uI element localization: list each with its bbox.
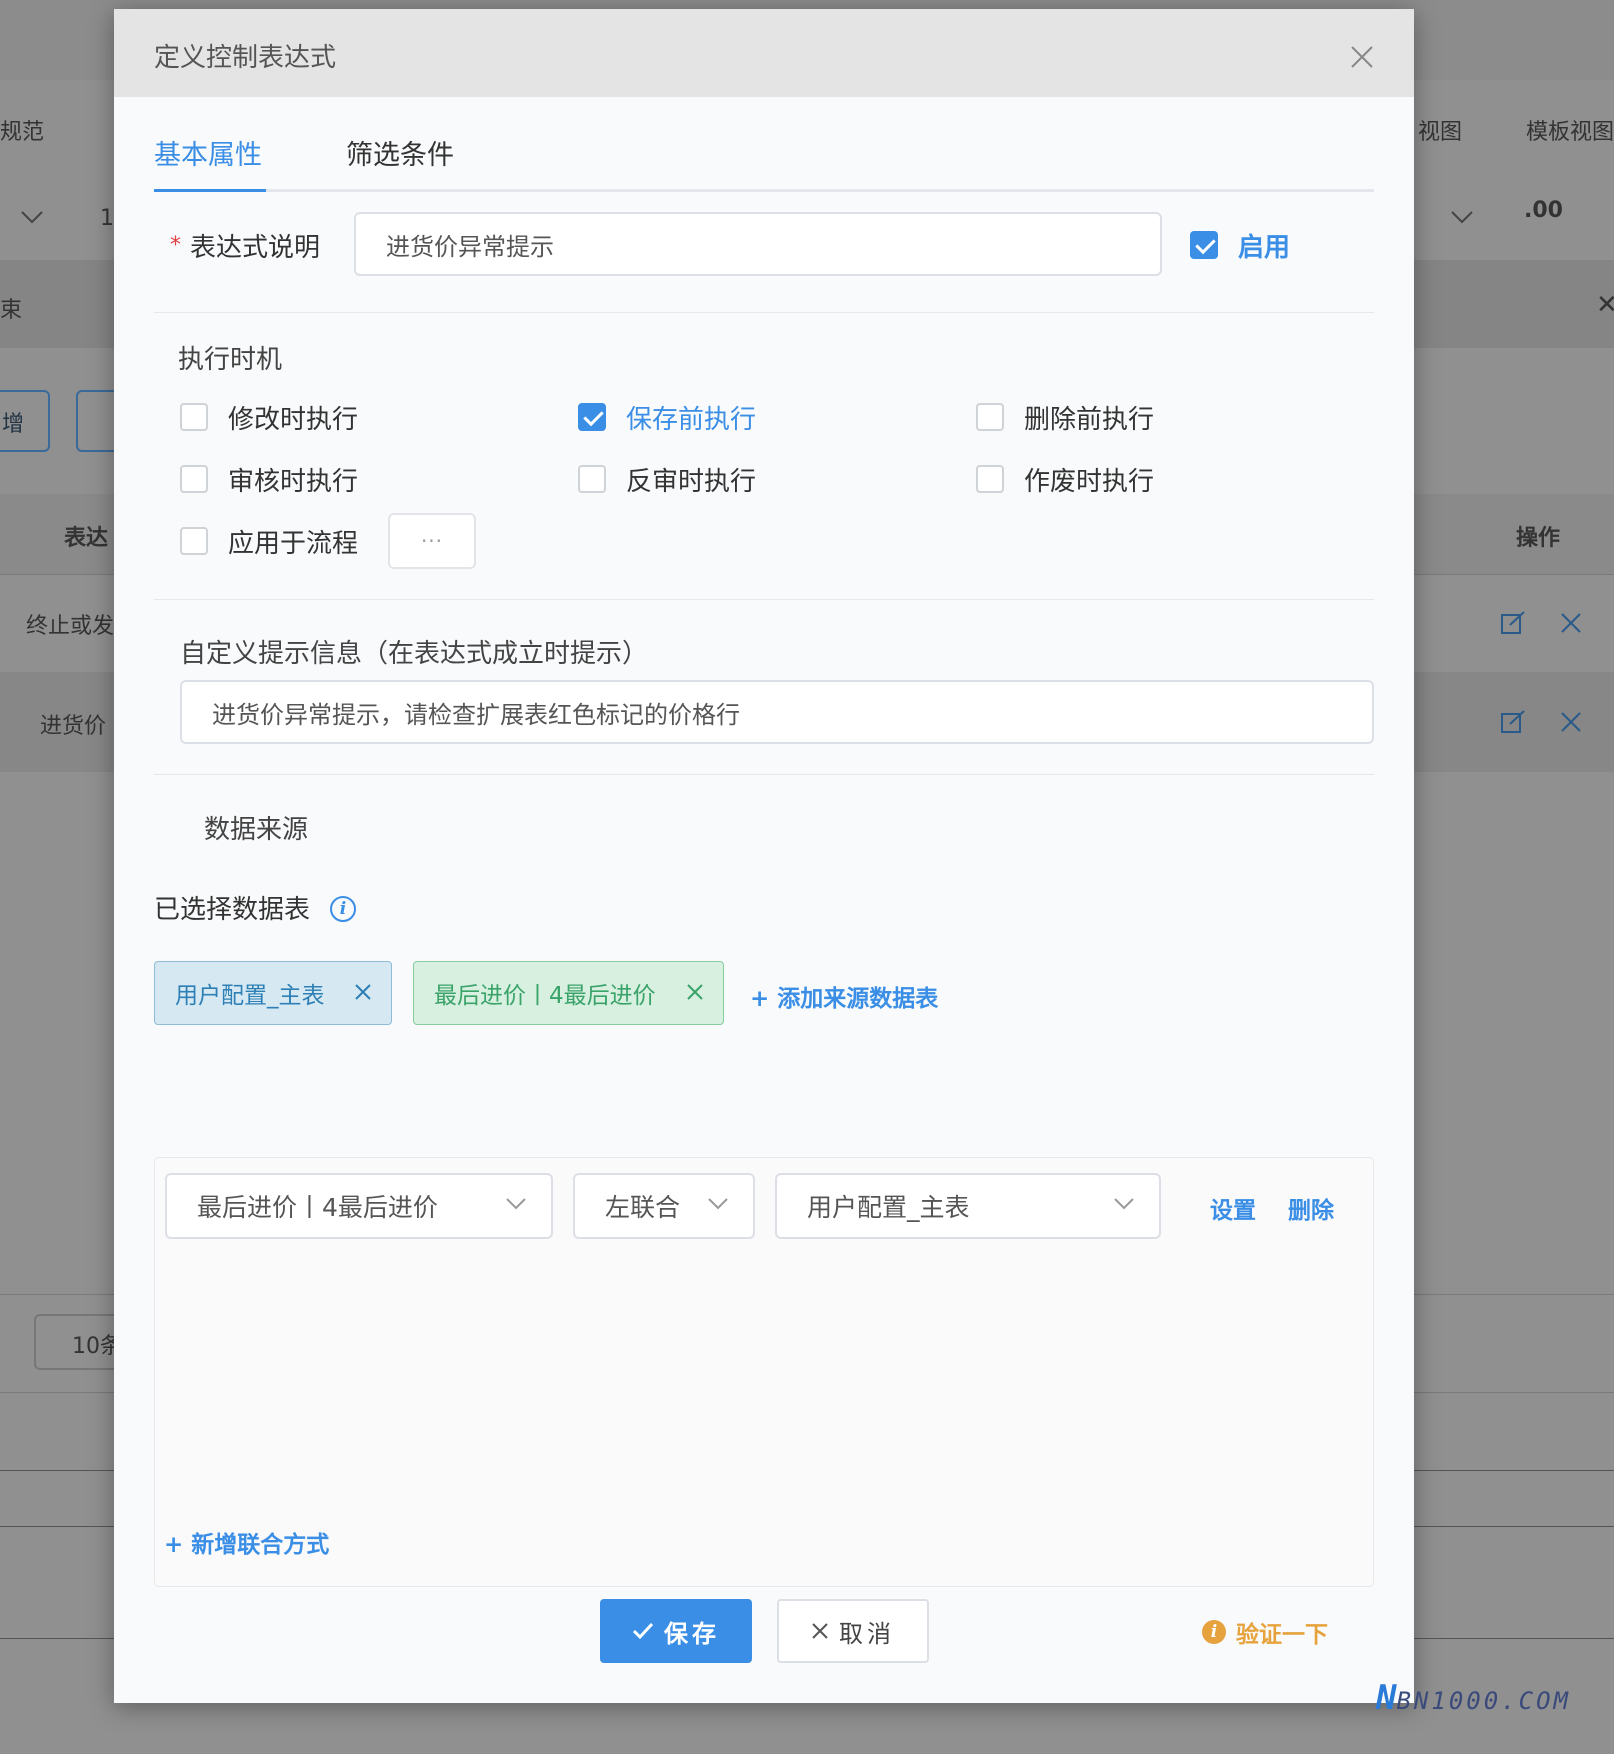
close-icon[interactable] <box>353 982 373 1002</box>
checkbox-before-delete[interactable] <box>976 403 1004 431</box>
chevron-down-icon <box>708 1198 728 1210</box>
chevron-down-icon[interactable] <box>1450 210 1474 224</box>
decimal-icon[interactable]: .00 <box>1524 198 1563 223</box>
close-icon <box>812 1623 828 1639</box>
edit-icon[interactable] <box>1500 610 1526 636</box>
checkbox-before-save[interactable] <box>578 403 606 431</box>
chevron-down-icon <box>506 1198 526 1210</box>
select-value: 左联合 <box>605 1193 681 1222</box>
verify-button[interactable]: i 验证一下 <box>1202 1615 1328 1649</box>
column-header-expression: 表达 <box>64 526 109 551</box>
checkbox-on-audit-label[interactable]: 审核时执行 <box>228 461 358 498</box>
join-settings-link[interactable]: 设置 <box>1210 1191 1256 1225</box>
selected-table-tag: 用户配置_主表 <box>154 961 392 1025</box>
add-button[interactable]: 增 <box>0 390 50 452</box>
dialog-tabs: 基本属性 筛选条件 <box>154 97 1374 192</box>
tab-filter-conditions[interactable]: 筛选条件 <box>346 133 454 172</box>
expression-input[interactable]: 进货价异常提示 <box>354 212 1162 276</box>
select-value: 用户配置_主表 <box>807 1193 970 1222</box>
dialog-header: 定义控制表达式 <box>114 9 1414 97</box>
checkbox-on-audit[interactable] <box>180 465 208 493</box>
edit-icon[interactable] <box>1500 709 1526 735</box>
select-value: 最后进价丨4最后进价 <box>197 1193 438 1222</box>
checkbox-before-delete-label[interactable]: 删除前执行 <box>1024 399 1154 436</box>
subheader-title: 束 <box>0 298 23 323</box>
tab-active-indicator <box>154 189 266 192</box>
cancel-button-label: 取消 <box>839 1619 895 1648</box>
selected-tables-label: 已选择数据表 <box>154 895 311 925</box>
close-icon[interactable] <box>685 982 705 1002</box>
enable-checkbox[interactable] <box>1190 231 1218 259</box>
join-left-table-select[interactable]: 最后进价丨4最后进价 <box>165 1173 553 1239</box>
checkbox-on-modify-label[interactable]: 修改时执行 <box>228 399 358 436</box>
checkbox-apply-workflow[interactable] <box>180 527 208 555</box>
tag-label: 用户配置_主表 <box>175 983 325 1009</box>
data-source-label: 数据来源 <box>204 815 309 845</box>
table-row[interactable]: 进货价 <box>40 708 106 740</box>
checkbox-before-save-label[interactable]: 保存前执行 <box>626 399 756 436</box>
define-expression-dialog: 定义控制表达式 基本属性 筛选条件 * 表达式说明 进货价异常提示 启用 执行时… <box>114 9 1414 1703</box>
column-header-actions: 操作 <box>1516 526 1561 551</box>
checkbox-on-void-label[interactable]: 作废时执行 <box>1024 461 1154 498</box>
chevron-down-icon <box>1114 1198 1134 1210</box>
custom-tip-input[interactable]: 进货价异常提示，请检查扩展表红色标记的价格行 <box>180 680 1374 744</box>
warning-icon: i <box>1202 1620 1226 1644</box>
check-icon <box>632 1622 654 1640</box>
close-icon[interactable]: ✕ <box>1596 290 1614 320</box>
workflow-more-button[interactable]: ··· <box>388 513 476 569</box>
add-join-link[interactable]: + 新增联合方式 <box>164 1525 329 1559</box>
required-asterisk: * <box>170 233 181 258</box>
chevron-down-icon[interactable] <box>20 210 44 224</box>
watermark-logo: NBN1000.COM <box>1376 1678 1571 1718</box>
custom-tip-label: 自定义提示信息（在表达式成立时提示） <box>180 639 649 669</box>
checkbox-on-unaudit[interactable] <box>578 465 606 493</box>
delete-icon[interactable] <box>1560 612 1582 634</box>
tag-label: 最后进价丨4最后进价 <box>434 983 656 1009</box>
join-right-table-select[interactable]: 用户配置_主表 <box>775 1173 1161 1239</box>
checkbox-on-void[interactable] <box>976 465 1004 493</box>
enable-label[interactable]: 启用 <box>1238 227 1290 264</box>
toolbar-item-spec[interactable]: 规范 <box>0 114 44 146</box>
close-icon[interactable] <box>1350 45 1374 69</box>
info-icon[interactable]: i <box>330 896 356 922</box>
tab-basic-properties[interactable]: 基本属性 <box>154 133 262 172</box>
expression-label: 表达式说明 <box>190 233 321 263</box>
dialog-title: 定义控制表达式 <box>154 43 337 73</box>
toolbar-item-template-view[interactable]: 模板视图 <box>1526 114 1614 146</box>
checkbox-apply-workflow-label[interactable]: 应用于流程 <box>228 523 358 560</box>
save-button[interactable]: 保存 <box>600 1599 752 1663</box>
execution-timing-label: 执行时机 <box>178 345 283 375</box>
delete-icon[interactable] <box>1560 711 1582 733</box>
cancel-button[interactable]: 取消 <box>777 1599 929 1663</box>
join-delete-link[interactable]: 删除 <box>1288 1191 1334 1225</box>
table-row[interactable]: 终止或发 <box>26 608 114 640</box>
selected-table-tag: 最后进价丨4最后进价 <box>413 961 724 1025</box>
join-type-select[interactable]: 左联合 <box>573 1173 755 1239</box>
toolbar-item-view[interactable]: 视图 <box>1418 114 1462 146</box>
checkbox-on-modify[interactable] <box>180 403 208 431</box>
save-button-label: 保存 <box>664 1619 720 1648</box>
add-source-table-link[interactable]: + 添加来源数据表 <box>750 979 938 1013</box>
toolbar-number: 1 <box>100 206 114 231</box>
verify-label: 验证一下 <box>1236 1622 1328 1648</box>
checkbox-on-unaudit-label[interactable]: 反审时执行 <box>626 461 756 498</box>
